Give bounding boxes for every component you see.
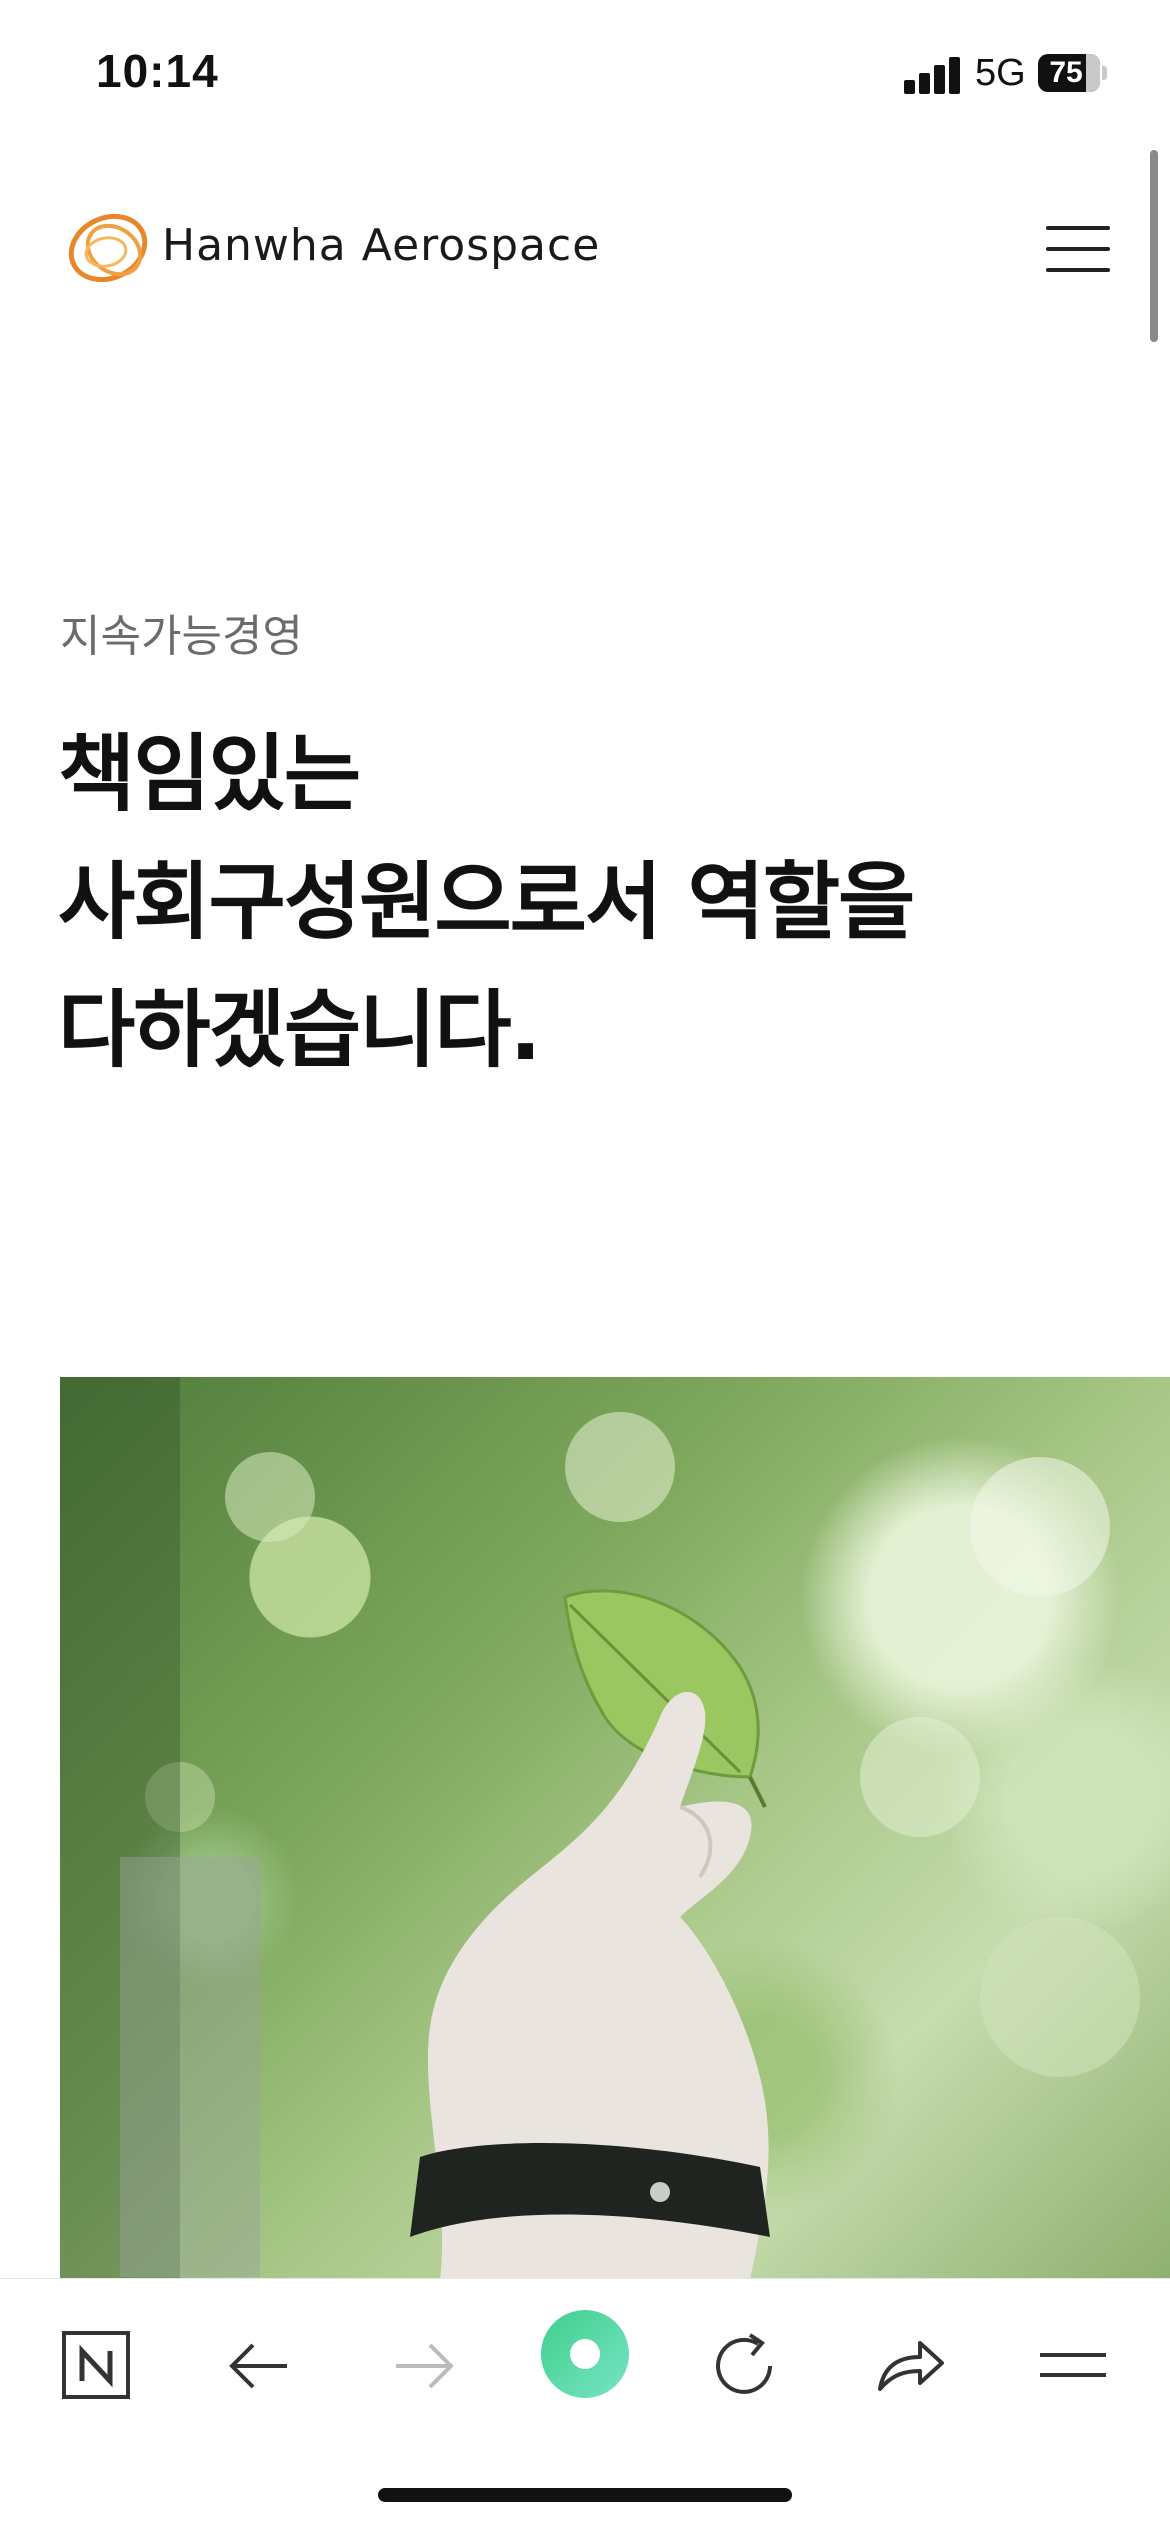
brand-name[interactable]: Hanwha Aerospace [162,220,600,271]
hanwha-logo-icon[interactable] [62,204,162,294]
section-eyebrow: 지속가능경영 [60,611,303,662]
home-indicator[interactable] [378,2488,792,2502]
forward-arrow-icon[interactable] [378,2321,468,2411]
reload-icon[interactable] [700,2321,790,2411]
hero-headline: 책임있는 사회구성원으로서 역할을 다하겠습니다. [58,710,1118,1094]
battery-icon: 75 [1038,54,1108,92]
hamburger-menu-icon[interactable] [1046,226,1110,272]
status-bar: 10:14 5G 75 [0,0,1170,150]
menu-icon[interactable] [1028,2321,1118,2411]
battery-level: 75 [1049,56,1083,89]
scrollbar[interactable] [1150,150,1158,342]
network-type: 5G [975,52,1026,94]
headline-line: 다하겠습니다. [58,981,542,1079]
headline-line: 책임있는 [58,725,361,823]
site-header: Hanwha Aerospace [0,190,1170,310]
green-dot-home-icon[interactable] [540,2309,630,2399]
status-time: 10:14 [96,45,219,97]
back-arrow-icon[interactable] [215,2321,305,2411]
headline-line: 사회구성원으로서 역할을 [58,853,915,951]
hero-image-leaf [60,1377,1170,2280]
share-icon[interactable] [864,2321,954,2411]
naver-n-icon[interactable] [52,2321,142,2411]
cellular-signal-icon [904,54,964,94]
